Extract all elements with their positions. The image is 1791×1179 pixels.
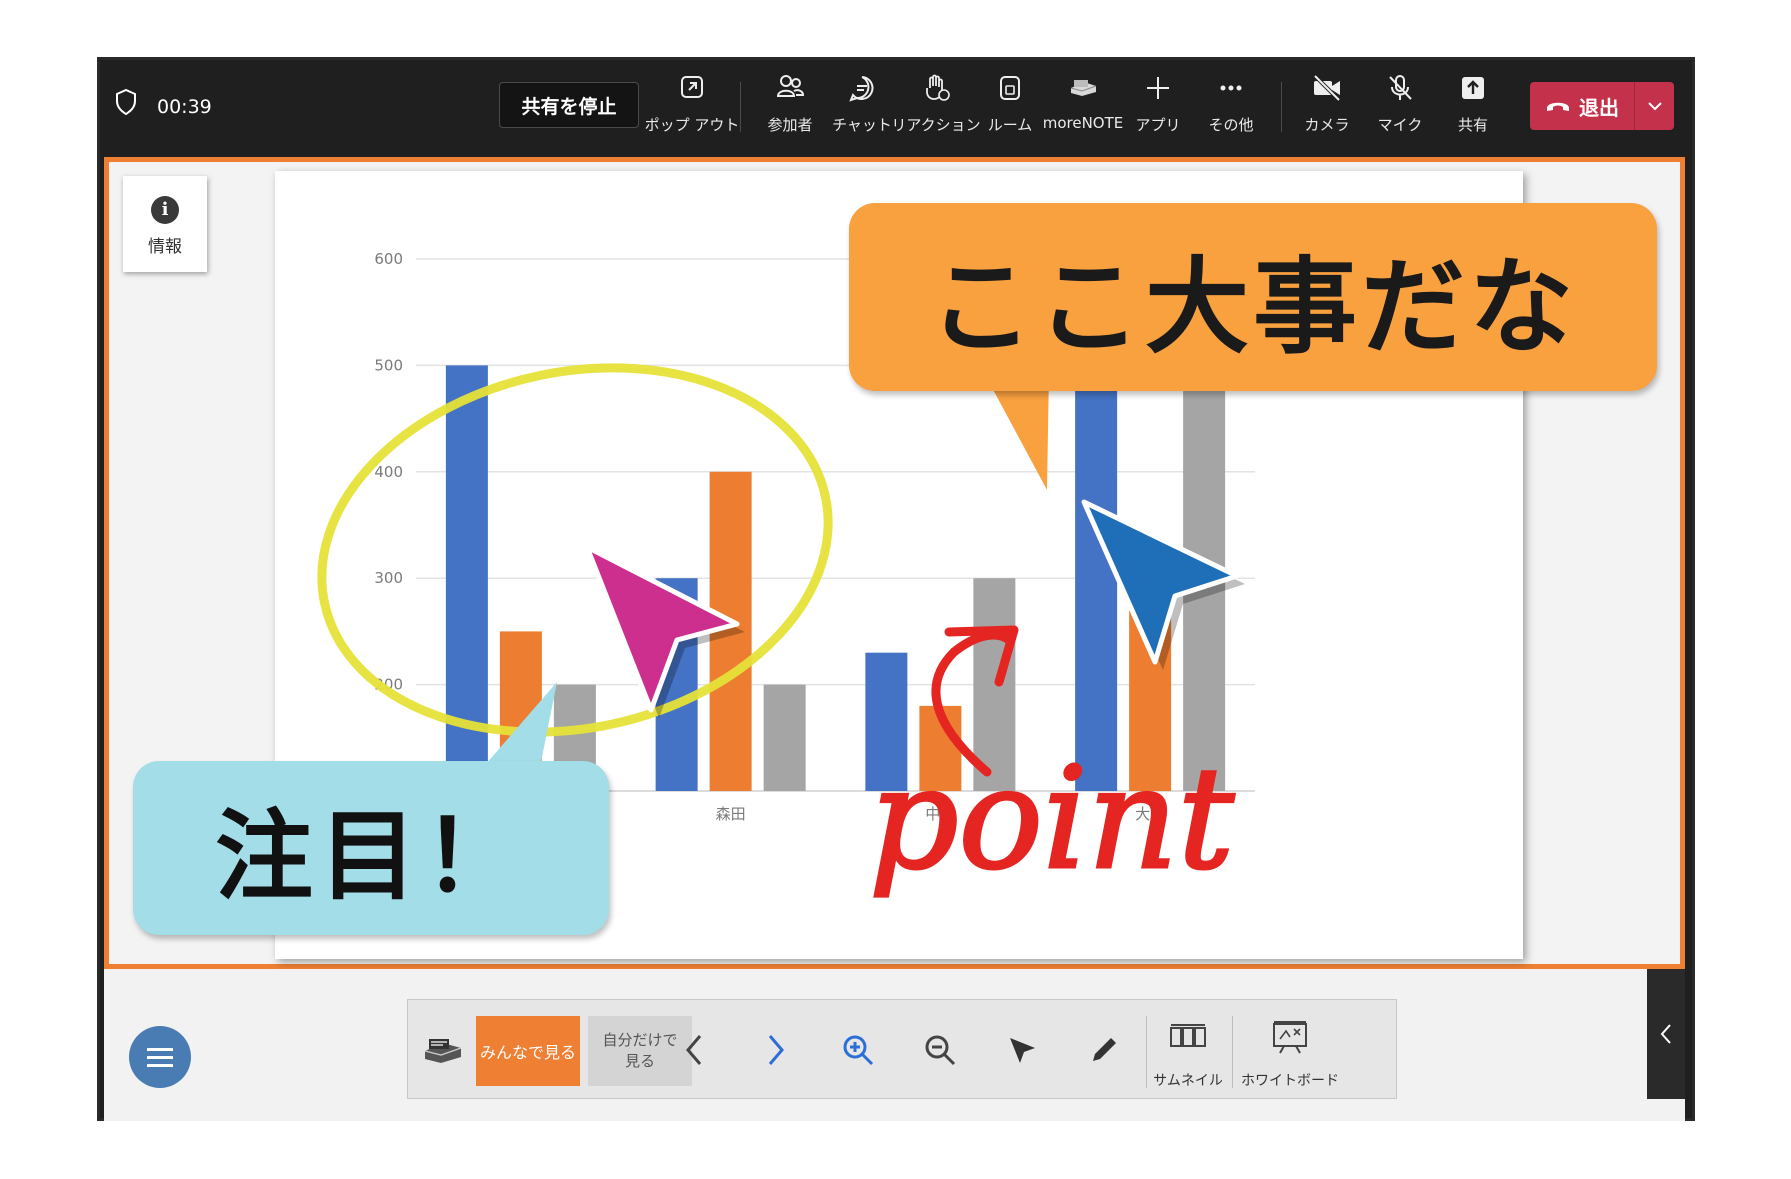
chevron-down-icon xyxy=(1647,102,1662,111)
previous-page-button[interactable] xyxy=(664,1000,724,1100)
view-together-button[interactable]: みんなで見る xyxy=(476,1016,580,1086)
whiteboard-icon xyxy=(1273,1021,1307,1054)
shared-content-stage: i 情報 200 300 400 500 600 森田 中村 大川 point … xyxy=(104,157,1685,969)
morenote-logo-button[interactable] xyxy=(414,1000,472,1100)
handwritten-point-text: point xyxy=(869,738,1235,901)
share-icon xyxy=(1462,77,1484,99)
shield-icon xyxy=(116,88,136,116)
raise-hand-icon xyxy=(926,74,950,101)
room-button[interactable]: ルーム xyxy=(974,74,1046,144)
pointer-icon xyxy=(1010,1038,1035,1063)
more-button[interactable]: その他 xyxy=(1195,74,1267,144)
share-label: 共有 xyxy=(1457,116,1488,134)
morenote-icon xyxy=(424,1039,462,1063)
pen-tool-button[interactable] xyxy=(1074,1000,1134,1100)
callout-bubble-important: ここ大事だな xyxy=(849,203,1657,391)
morenote-icon xyxy=(1070,80,1097,96)
hang-up-icon xyxy=(1547,102,1569,111)
view-alone-label-2: 見る xyxy=(624,1052,655,1070)
whiteboard-label: ホワイトボード xyxy=(1241,1073,1339,1089)
thumbnail-label: サムネイル xyxy=(1153,1073,1223,1089)
next-page-button[interactable] xyxy=(746,1000,806,1100)
pen-icon xyxy=(1093,1038,1116,1061)
popout-label: ポップ アウト xyxy=(644,116,740,134)
leave-label: 退出 xyxy=(1579,95,1619,120)
whiteboard-button[interactable]: ホワイトボード xyxy=(1236,1000,1344,1100)
thumbnail-button[interactable]: サムネイル xyxy=(1150,1000,1226,1100)
more-label: その他 xyxy=(1208,116,1254,134)
meeting-window: 00:39 共有を停止 ポップ アウト 参加者 チャット リアクション ルーム xyxy=(97,57,1695,1121)
presentation-controls: みんなで見る 自分だけで 見る サムネイル ホワイトボード xyxy=(104,969,1685,1121)
meeting-toolbar: 00:39 共有を停止 ポップ アウト 参加者 チャット リアクション ルーム xyxy=(100,60,1692,154)
mic-off-icon xyxy=(1389,75,1412,100)
share-button[interactable]: 共有 xyxy=(1437,74,1509,144)
chevron-left-icon xyxy=(686,1035,702,1065)
pointer-tool-button[interactable] xyxy=(992,1000,1052,1100)
zoom-in-button[interactable] xyxy=(828,1000,888,1100)
highlight-ellipse xyxy=(317,363,833,737)
popout-button[interactable]: ポップ アウト xyxy=(645,74,739,144)
leave-button[interactable]: 退出 xyxy=(1530,82,1674,130)
callout-bubble-attention: 注目！ xyxy=(133,761,609,935)
more-icon xyxy=(1220,85,1242,91)
zoom-out-button[interactable] xyxy=(910,1000,970,1100)
leave-options-button[interactable] xyxy=(1635,82,1674,130)
blue-pointer-icon xyxy=(1081,499,1245,670)
chevron-right-icon xyxy=(768,1035,784,1065)
plus-icon xyxy=(1147,77,1169,99)
magenta-pointer-icon xyxy=(584,544,745,718)
chat-icon xyxy=(849,76,874,102)
popout-icon xyxy=(681,76,703,98)
people-icon xyxy=(776,75,804,97)
thumbnail-icon xyxy=(1170,1024,1206,1047)
camera-off-icon xyxy=(1313,74,1341,102)
zoom-in-icon xyxy=(843,1035,874,1066)
collapse-panel-button[interactable] xyxy=(1647,969,1685,1099)
room-icon xyxy=(1000,76,1020,100)
chevron-left-icon xyxy=(1660,1024,1671,1044)
meeting-timer: 00:39 xyxy=(157,96,212,118)
stop-sharing-button[interactable]: 共有を停止 xyxy=(499,82,639,128)
menu-button[interactable] xyxy=(129,1026,191,1088)
zoom-out-icon xyxy=(925,1035,956,1066)
slide-toolbar: みんなで見る 自分だけで 見る サムネイル ホワイトボード xyxy=(407,999,1397,1099)
